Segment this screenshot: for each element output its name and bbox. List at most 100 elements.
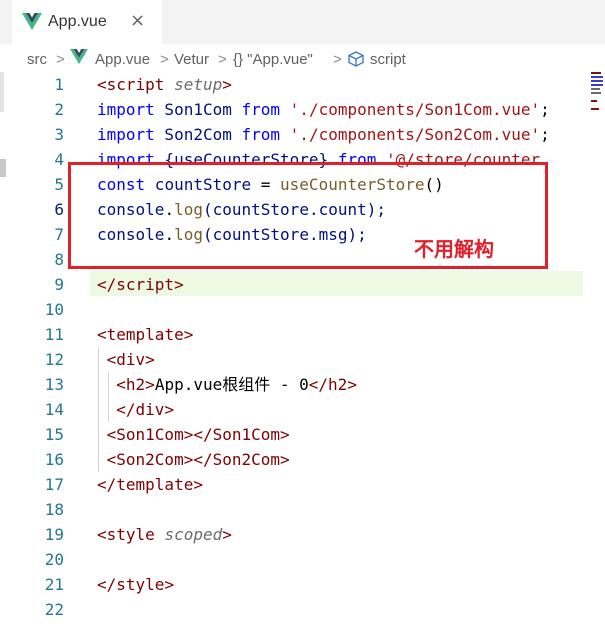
breadcrumb-item-vetur[interactable]: Vetur — [174, 51, 209, 68]
code-text: <Son1Com></Son1Com> — [97, 422, 290, 447]
code-editor[interactable]: 1 <script setup> 2 import Son1Com from './c… — [0, 74, 605, 633]
code-text: </script> — [97, 272, 184, 297]
code-text: import Son1Com from './components/Son1Co… — [97, 97, 550, 122]
code-line[interactable]: 22 — [0, 597, 605, 622]
line-number: 6 — [54, 200, 64, 219]
code-line[interactable]: 11 <template> — [0, 322, 605, 347]
line-number: 11 — [44, 325, 64, 344]
code-line[interactable]: 19 <style scoped> — [0, 522, 605, 547]
code-token: > — [145, 350, 155, 369]
code-token: < — [97, 75, 107, 94]
code-token: < — [97, 450, 117, 469]
line-number: 9 — [54, 275, 64, 294]
line-number: 13 — [44, 375, 64, 394]
code-text: </style> — [97, 572, 174, 597]
code-token: > — [145, 375, 155, 394]
code-token: import — [97, 125, 155, 144]
code-token: script — [116, 275, 175, 294]
code-line[interactable]: 17 </template> — [0, 472, 605, 497]
indent-guide — [98, 347, 99, 472]
code-token: ></ — [183, 425, 213, 444]
code-token: ></ — [183, 450, 213, 469]
code-token: scoped — [164, 525, 223, 544]
code-token: App.vue根组件 - 0 — [154, 375, 309, 394]
code-token: > — [347, 375, 357, 394]
breadcrumb-separator: > — [160, 51, 169, 68]
code-token: > — [174, 275, 184, 294]
code-text: <script setup> — [97, 72, 232, 97]
code-line[interactable]: 14 </div> — [0, 397, 605, 422]
line-number: 15 — [44, 425, 64, 444]
code-token: < — [97, 425, 117, 444]
code-token: Son2Com — [116, 450, 184, 469]
close-icon[interactable]: × — [130, 10, 145, 31]
code-token: < — [97, 375, 126, 394]
code-token: > — [222, 525, 232, 544]
code-token: > — [280, 450, 290, 469]
code-token: > — [222, 75, 232, 94]
line-number: 1 — [54, 75, 64, 94]
breadcrumb-separator: > — [218, 51, 227, 68]
line-number: 8 — [54, 250, 64, 269]
line-number: 17 — [44, 475, 64, 494]
code-token: div — [116, 350, 146, 369]
code-token: </ — [97, 400, 136, 419]
code-token: from — [241, 100, 281, 119]
annotation-text: 不用解构 — [414, 237, 494, 261]
breadcrumb-item-src[interactable]: src — [27, 51, 47, 68]
code-token: div — [135, 400, 165, 419]
line-number: 19 — [44, 525, 64, 544]
code-token: Son2Com — [154, 125, 242, 144]
code-text: <template> — [97, 322, 193, 347]
code-text: <style scoped> — [97, 522, 232, 547]
code-token: ; — [540, 125, 550, 144]
line-number: 18 — [44, 500, 64, 519]
code-line[interactable]: 20 — [0, 547, 605, 572]
line-number: 3 — [54, 125, 64, 144]
code-text: <h2>App.vue根组件 - 0</h2> — [97, 372, 357, 397]
code-token: from — [241, 125, 281, 144]
code-line[interactable]: 10 — [0, 297, 605, 322]
code-token: </ — [308, 375, 329, 394]
code-token: > — [183, 325, 194, 344]
code-line[interactable]: 1 <script setup> — [0, 72, 605, 97]
tab-app-vue[interactable]: App.vue × — [12, 0, 162, 44]
code-token: Son2Com — [212, 450, 281, 469]
code-line[interactable]: 21 </style> — [0, 572, 605, 597]
breadcrumb-item-script[interactable]: script — [370, 51, 406, 68]
code-token: > — [193, 475, 203, 494]
code-line[interactable]: 13 <h2>App.vue根组件 - 0</h2> — [0, 372, 605, 397]
tab-label: App.vue — [48, 13, 107, 30]
vue-file-icon — [22, 13, 42, 35]
code-token: Son1Com — [116, 425, 184, 444]
code-line[interactable]: 15 <Son1Com></Son1Com> — [0, 422, 605, 447]
code-token: h2 — [125, 375, 146, 394]
breadcrumb-item-app-vue[interactable]: App.vue — [95, 51, 150, 68]
line-number: 16 — [44, 450, 64, 469]
code-token: </ — [97, 575, 117, 594]
code-token: h2 — [328, 375, 348, 394]
breadcrumb-item-app-module[interactable]: {} "App.vue" — [233, 51, 313, 68]
code-token: ; — [540, 100, 550, 119]
code-text: import Son2Com from './components/Son2Co… — [97, 122, 550, 147]
code-token: </ — [97, 475, 117, 494]
code-text: <div> — [97, 347, 155, 372]
line-number: 4 — [54, 150, 64, 169]
code-line[interactable]: 9 </script> — [0, 272, 605, 297]
code-line[interactable]: 16 <Son2Com></Son2Com> — [0, 447, 605, 472]
code-line[interactable]: 2 import Son1Com from './components/Son1C… — [0, 97, 605, 122]
line-number: 21 — [44, 575, 64, 594]
code-token: < — [97, 325, 107, 344]
code-token: './components/Son1Com.vue' — [289, 100, 541, 119]
code-token: import — [97, 100, 155, 119]
code-line[interactable]: 3 import Son2Com from './components/Son2C… — [0, 122, 605, 147]
code-token: > — [164, 400, 175, 419]
code-text: <Son2Com></Son2Com> — [97, 447, 290, 472]
code-line[interactable]: 18 — [0, 497, 605, 522]
line-number: 2 — [54, 100, 64, 119]
indent-guide — [108, 372, 109, 422]
code-line[interactable]: 12 <div> — [0, 347, 605, 372]
